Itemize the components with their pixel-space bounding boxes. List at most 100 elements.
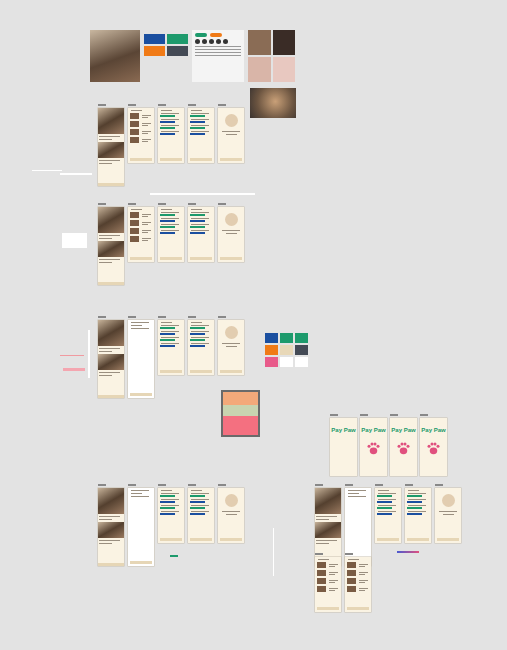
tab-bar bbox=[317, 607, 339, 610]
phone-frame[interactable] bbox=[375, 488, 401, 543]
swatch bbox=[144, 34, 165, 44]
avatar-icon bbox=[442, 494, 455, 507]
app-title: Pay Paw bbox=[421, 427, 445, 434]
phone-frame[interactable] bbox=[128, 207, 154, 262]
cat-photo bbox=[250, 88, 296, 118]
moodboard[interactable] bbox=[90, 30, 295, 82]
tab-bar bbox=[347, 607, 369, 610]
tab-bar bbox=[98, 563, 124, 566]
phone-frame[interactable] bbox=[218, 320, 244, 375]
tab-bar bbox=[160, 257, 182, 260]
pet-icon bbox=[202, 39, 207, 44]
phone-frame[interactable] bbox=[218, 207, 244, 262]
phone-frame[interactable] bbox=[218, 488, 244, 543]
phone-frame[interactable] bbox=[188, 488, 214, 543]
paw-icon bbox=[366, 441, 381, 456]
tab-bar bbox=[190, 158, 212, 161]
tab-bar bbox=[160, 158, 182, 161]
phone-frame[interactable] bbox=[128, 320, 154, 398]
tab-bar bbox=[130, 393, 152, 396]
tab-bar bbox=[220, 257, 242, 260]
text-line bbox=[195, 49, 241, 50]
photo-grid bbox=[248, 30, 295, 82]
tab-bar bbox=[98, 183, 124, 186]
dog-photo bbox=[90, 30, 140, 82]
phone-frame[interactable] bbox=[98, 108, 124, 186]
tab-bar bbox=[130, 158, 152, 161]
text-line bbox=[195, 46, 241, 47]
text-line bbox=[195, 52, 241, 53]
phone-frame[interactable] bbox=[158, 207, 184, 262]
phone-frame[interactable] bbox=[158, 320, 184, 375]
swatch bbox=[167, 46, 188, 56]
app-title: Pay Paw bbox=[391, 427, 415, 434]
phone-frame[interactable] bbox=[435, 488, 461, 543]
pet-icon bbox=[195, 39, 200, 44]
design-canvas[interactable]: Pay Paw Pay Paw Pay Paw Pay Paw bbox=[0, 0, 507, 650]
avatar-icon bbox=[225, 114, 238, 127]
pet-icon bbox=[209, 39, 214, 44]
splash-screens: Pay Paw Pay Paw Pay Paw Pay Paw bbox=[330, 414, 447, 476]
pet-icon bbox=[216, 39, 221, 44]
tab-bar bbox=[130, 257, 152, 260]
avatar-icon bbox=[225, 213, 238, 226]
tab-bar bbox=[220, 538, 242, 541]
tab-bar bbox=[190, 257, 212, 260]
tab-bar bbox=[377, 538, 399, 541]
palette-swatch bbox=[280, 333, 293, 343]
tab-bar bbox=[437, 538, 459, 541]
tab-bar bbox=[130, 561, 152, 564]
avatar-icon bbox=[225, 326, 238, 339]
phone-frame[interactable] bbox=[98, 320, 124, 398]
palette-swatch bbox=[265, 357, 278, 367]
phone-frame[interactable] bbox=[188, 108, 214, 163]
frame-row bbox=[98, 316, 244, 398]
tab-bar bbox=[407, 538, 429, 541]
text-line bbox=[195, 55, 241, 56]
palette-swatch bbox=[280, 345, 293, 355]
color-palette bbox=[265, 333, 308, 367]
tab-bar bbox=[160, 370, 182, 373]
splash-frame[interactable]: Pay Paw bbox=[390, 418, 417, 476]
phone-frame[interactable] bbox=[98, 207, 124, 285]
palette-swatch bbox=[265, 333, 278, 343]
color-reference-photo bbox=[223, 392, 258, 435]
chip bbox=[210, 33, 222, 37]
phone-frame[interactable] bbox=[218, 108, 244, 163]
phone-frame[interactable] bbox=[128, 488, 154, 566]
phone-frame[interactable] bbox=[315, 557, 341, 612]
swatch bbox=[167, 34, 188, 44]
swatch-grid bbox=[144, 30, 188, 82]
phone-frame[interactable] bbox=[128, 108, 154, 163]
avatar-icon bbox=[225, 494, 238, 507]
palette-swatch bbox=[295, 345, 308, 355]
splash-frame[interactable]: Pay Paw bbox=[330, 418, 357, 476]
swatch bbox=[144, 46, 165, 56]
phone-frame[interactable] bbox=[188, 207, 214, 262]
phone-frame[interactable] bbox=[345, 557, 371, 612]
phone-frame[interactable] bbox=[98, 488, 124, 566]
phone-frame[interactable] bbox=[405, 488, 431, 543]
paw-icon bbox=[396, 441, 411, 456]
palette-swatch bbox=[280, 357, 293, 367]
splash-frame[interactable]: Pay Paw bbox=[420, 418, 447, 476]
phone-frame[interactable] bbox=[188, 320, 214, 375]
palette-swatch bbox=[295, 333, 308, 343]
app-title: Pay Paw bbox=[361, 427, 385, 434]
tab-bar bbox=[220, 158, 242, 161]
frame-row bbox=[98, 104, 244, 186]
paw-icon bbox=[426, 441, 441, 456]
pet-icon bbox=[223, 39, 228, 44]
tab-bar bbox=[220, 370, 242, 373]
tab-bar bbox=[160, 538, 182, 541]
splash-frame[interactable]: Pay Paw bbox=[360, 418, 387, 476]
frame-row bbox=[315, 484, 461, 566]
tab-bar bbox=[98, 282, 124, 285]
frame-row bbox=[315, 553, 371, 612]
tab-bar bbox=[98, 395, 124, 398]
chip bbox=[195, 33, 207, 37]
palette-swatch bbox=[295, 357, 308, 367]
app-title: Pay Paw bbox=[331, 427, 355, 434]
phone-frame[interactable] bbox=[158, 108, 184, 163]
phone-frame[interactable] bbox=[158, 488, 184, 543]
